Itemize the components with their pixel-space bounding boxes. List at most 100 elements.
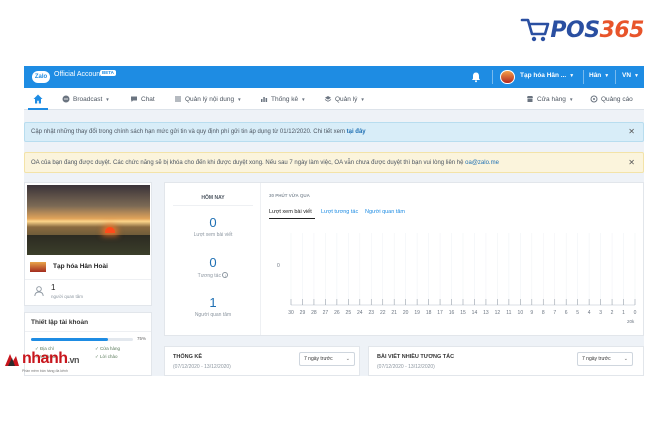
active-tab-indicator bbox=[269, 218, 315, 219]
policy-detail-link[interactable]: tại đây bbox=[347, 129, 366, 135]
person-icon bbox=[34, 286, 44, 297]
chevron-down-icon: ⌄ bbox=[623, 356, 628, 362]
divider bbox=[25, 279, 151, 280]
chevron-down-icon: ▼ bbox=[301, 96, 306, 102]
x-tick-label: 26 bbox=[334, 310, 340, 316]
range-select-value: 7 ngày trước bbox=[304, 356, 333, 362]
x-tick-label: 12 bbox=[495, 310, 501, 316]
chevron-down-icon: ▼ bbox=[360, 96, 365, 102]
home-icon[interactable] bbox=[32, 93, 44, 105]
metric-value: 0 bbox=[209, 255, 217, 270]
profile-card: Tạp hóa Hân Hoài 1 người quan tâm bbox=[24, 182, 152, 306]
metric-value: 1 bbox=[209, 295, 217, 310]
metric-label: Người quan tâm bbox=[194, 312, 232, 318]
panel-date-range: (07/12/2020 - 13/12/2020) bbox=[377, 364, 435, 370]
chevron-down-icon: ▼ bbox=[237, 96, 242, 102]
nav-broadcast-label: Broadcast bbox=[73, 95, 103, 103]
store-icon bbox=[527, 96, 533, 102]
setup-progress-label: 75% bbox=[137, 336, 147, 341]
stats-summary-panel: THỐNG KÊ (07/12/2020 - 13/12/2020) 7 ngà… bbox=[164, 346, 360, 376]
x-tick-label: 22 bbox=[380, 310, 386, 316]
nav-manage-label: Quản lý bbox=[335, 95, 358, 103]
x-tick-label: 5 bbox=[576, 310, 579, 316]
range-select[interactable]: 7 ngày trước ⌄ bbox=[577, 352, 633, 366]
account-switcher[interactable]: Tạp hóa Hân ... ▼ bbox=[520, 72, 574, 79]
setup-progress-fill bbox=[31, 338, 108, 341]
x-tick-label: 14 bbox=[472, 310, 478, 316]
panel-title: BÀI VIẾT NHIỀU TƯƠNG TÁC bbox=[377, 354, 455, 360]
user-menu[interactable]: Hân ▼ bbox=[589, 72, 609, 79]
nhanh-mark-icon bbox=[5, 354, 19, 366]
divider bbox=[173, 205, 253, 206]
nhanh-suffix: .vn bbox=[67, 355, 80, 365]
panel-title: THỐNG KÊ bbox=[173, 354, 203, 360]
range-select-value: 7 ngày trước bbox=[582, 356, 611, 362]
nav-chat[interactable]: Chat bbox=[130, 95, 155, 103]
nav-content[interactable]: Quản lý nội dung ▼ bbox=[174, 95, 242, 103]
language-menu[interactable]: VN ▼ bbox=[622, 72, 639, 79]
x-tick-label: 21 bbox=[391, 310, 397, 316]
list-icon bbox=[175, 96, 181, 102]
avatar[interactable] bbox=[29, 261, 47, 273]
support-email-link[interactable]: oa@zalo.me bbox=[465, 160, 499, 166]
nav-store[interactable]: Cửa hàng ▼ bbox=[526, 95, 573, 103]
x-tick-label: 2 bbox=[611, 310, 614, 316]
policy-update-banner: Cập nhật những thay đổi trong chính sách… bbox=[24, 122, 644, 142]
nav-broadcast[interactable]: Broadcast ▼ bbox=[62, 95, 110, 103]
x-tick-label: 27 bbox=[323, 310, 329, 316]
x-tick-label: 30 bbox=[288, 310, 294, 316]
metric-label-text: Tương tác bbox=[197, 273, 221, 279]
x-tick-label: 17 bbox=[437, 310, 443, 316]
chevron-down-icon: ▼ bbox=[634, 73, 639, 79]
x-tick-label: 18 bbox=[426, 310, 432, 316]
x-tick-label: 16 bbox=[449, 310, 455, 316]
nav-stats[interactable]: Thống kê ▼ bbox=[260, 95, 306, 103]
policy-update-text: Cập nhật những thay đổi trong chính sách… bbox=[31, 129, 345, 135]
x-tick-label: 25 bbox=[346, 310, 352, 316]
close-icon[interactable]: ✕ bbox=[628, 127, 635, 136]
chevron-down-icon: ▼ bbox=[105, 96, 110, 102]
cover-photo-sun bbox=[105, 227, 115, 233]
oa-review-text: OA của bạn đang được duyệt. Các chức năn… bbox=[31, 160, 464, 166]
nav-manage[interactable]: Quản lý ▼ bbox=[324, 95, 365, 103]
stats-panel: HÔM NAY 0 Lượt xem bài viết 0 Tương tác … bbox=[164, 182, 644, 336]
close-icon[interactable]: ✕ bbox=[628, 158, 635, 167]
megaphone-icon bbox=[590, 95, 598, 103]
tab-interactions[interactable]: Lượt tương tác bbox=[321, 209, 358, 215]
x-tick-label: 28 bbox=[311, 310, 317, 316]
range-select[interactable]: 7 ngày trước ⌄ bbox=[299, 352, 355, 366]
today-column: HÔM NAY 0 Lượt xem bài viết 0 Tương tác … bbox=[165, 183, 261, 335]
tab-views[interactable]: Lượt xem bài viết bbox=[269, 209, 312, 215]
x-tick-label: 19 bbox=[414, 310, 420, 316]
x-tick-label: 11 bbox=[506, 310, 511, 316]
nhanh-logo: nhanh.vn Phần mềm bán hàng đa kênh bbox=[4, 350, 104, 376]
metric-value: 0 bbox=[209, 215, 217, 230]
x-tick-label: 0 bbox=[634, 310, 637, 316]
oa-review-banner: OA của bạn đang được duyệt. Các chức năn… bbox=[24, 152, 644, 173]
views-chart: 30 29 28 27 26 25 24 23 22 21 20 19 18 17 16 15 14 13 12 11… bbox=[277, 233, 637, 324]
chevron-down-icon: ⌄ bbox=[345, 356, 350, 362]
tab-followers[interactable]: Người quan tâm bbox=[365, 209, 405, 215]
recent-title: 30 PHÚT VỪA QUA bbox=[269, 193, 310, 198]
pos365-logo: POS365 bbox=[520, 12, 645, 48]
nhanh-tagline: Phần mềm bán hàng đa kênh bbox=[22, 369, 68, 373]
x-tick-label: 20 bbox=[403, 310, 409, 316]
nav-ads-label: Quảng cáo bbox=[601, 95, 633, 103]
main-nav: Broadcast ▼ Chat Quản lý nội dung ▼ Thốn… bbox=[24, 88, 644, 110]
nav-ads[interactable]: Quảng cáo bbox=[590, 95, 633, 103]
x-tick-label: 24 bbox=[357, 310, 363, 316]
cart-icon bbox=[521, 18, 550, 42]
x-axis-label: 20k bbox=[627, 319, 635, 324]
x-tick-label: 23 bbox=[368, 310, 374, 316]
y-tick-label: 0 bbox=[277, 263, 280, 269]
top-bar: Zalo Official Account BETA Tạp hóa Hân .… bbox=[24, 66, 644, 88]
bell-icon[interactable] bbox=[470, 71, 482, 83]
screenshot-stage: POS365 Zalo Official Account BETA Tạp hó… bbox=[0, 0, 660, 440]
account-avatar[interactable] bbox=[500, 70, 515, 84]
info-icon[interactable]: i bbox=[222, 272, 229, 278]
nhanh-word: nhanh bbox=[22, 350, 68, 367]
pos365-wordmark: POS365 bbox=[550, 17, 644, 43]
x-tick-label: 4 bbox=[588, 310, 591, 316]
zalo-logo[interactable]: Zalo bbox=[32, 71, 50, 83]
panel-date-range: (07/12/2020 - 13/12/2020) bbox=[173, 364, 231, 370]
